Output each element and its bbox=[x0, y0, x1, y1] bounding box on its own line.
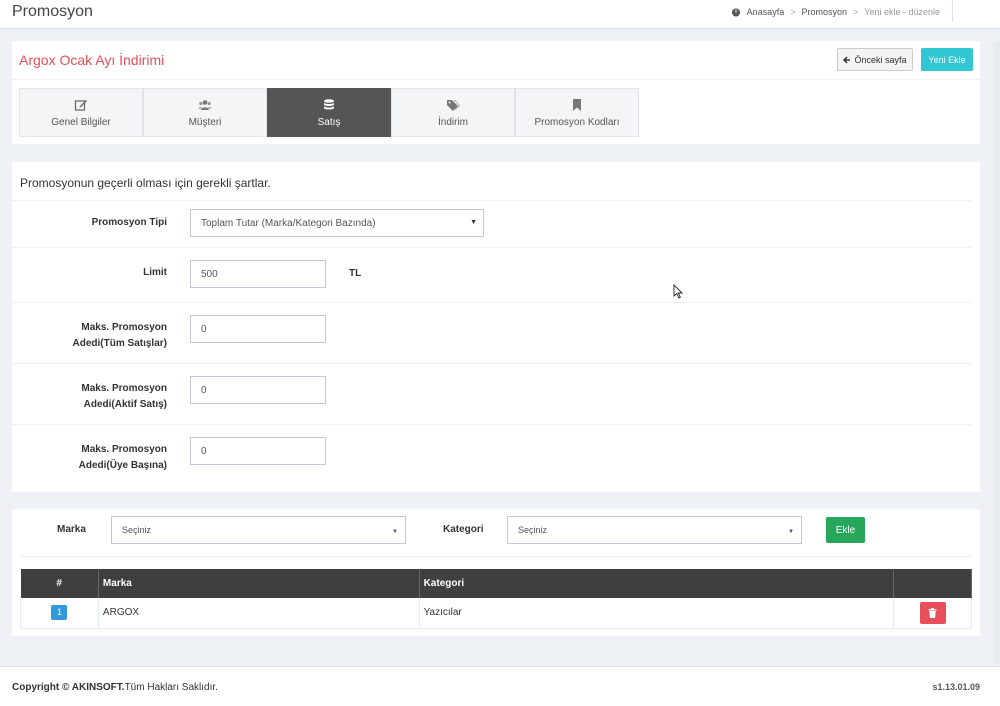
trash-icon bbox=[928, 607, 937, 618]
page-title: Promosyon bbox=[12, 3, 93, 20]
divider bbox=[12, 247, 972, 248]
actions-cell bbox=[893, 598, 972, 629]
tab-discount[interactable]: İndirim bbox=[391, 88, 515, 137]
brand-category-table: # Marka Kategori 1 ARGOX Yazıcılar bbox=[20, 569, 972, 629]
breadcrumb: Anasayfa > Promosyon > Yeni ekle - düzen… bbox=[731, 7, 940, 17]
brand-cell: ARGOX bbox=[97, 598, 420, 629]
category-label: Kategori bbox=[443, 524, 484, 535]
col-number: # bbox=[20, 569, 99, 598]
promo-title: Argox Ocak Ayı İndirimi bbox=[19, 52, 165, 68]
col-actions bbox=[893, 569, 972, 598]
bookmark-icon bbox=[573, 98, 581, 111]
tab-bar: Genel Bilgiler Müşteri Satış İndirim Pro… bbox=[19, 88, 639, 137]
tab-general-info[interactable]: Genel Bilgiler bbox=[19, 88, 143, 137]
tab-label: Promosyon Kodları bbox=[534, 116, 620, 128]
max-all-input[interactable]: 0 bbox=[190, 315, 326, 343]
max-active-label: Maks. Promosyon Adedi(Aktif Satış) bbox=[42, 381, 167, 413]
max-active-label-line1: Maks. Promosyon bbox=[81, 383, 167, 394]
col-category: Kategori bbox=[419, 569, 895, 598]
breadcrumb-separator: > bbox=[853, 7, 859, 17]
caret-down-icon: ▼ bbox=[470, 219, 477, 226]
limit-unit: TL bbox=[349, 268, 362, 279]
tab-sales[interactable]: Satış bbox=[267, 88, 391, 137]
tab-label: Müşteri bbox=[188, 116, 222, 128]
divider bbox=[12, 200, 972, 201]
table-row: 1 ARGOX Yazıcılar bbox=[20, 598, 972, 629]
breadcrumb-separator: > bbox=[790, 7, 796, 17]
arrow-left-icon bbox=[843, 55, 851, 64]
brand-label: Marka bbox=[57, 524, 86, 535]
limit-input[interactable]: 500 bbox=[190, 260, 326, 288]
conditions-card: Promosyonun geçerli olması için gerekli … bbox=[12, 162, 980, 492]
tab-customer[interactable]: Müşteri bbox=[143, 88, 267, 137]
breadcrumb-current: Yeni ekle - düzenle bbox=[864, 7, 940, 17]
scrollbar[interactable] bbox=[993, 42, 1000, 664]
tab-promo-codes[interactable]: Promosyon Kodları bbox=[515, 88, 639, 137]
divider bbox=[12, 302, 972, 303]
tab-label: Genel Bilgiler bbox=[51, 116, 111, 128]
brand-category-card: Marka Seçiniz ▼ Kategori Seçiniz ▼ Ekle … bbox=[12, 509, 980, 636]
rights-text: Tüm Hakları Saklıdır. bbox=[124, 682, 218, 693]
caret-down-icon: ▼ bbox=[392, 529, 398, 535]
footer: Copyright © AKINSOFT.Tüm Hakları Saklıdı… bbox=[0, 666, 1000, 706]
copyright: Copyright © AKINSOFT.Tüm Hakları Saklıdı… bbox=[12, 682, 218, 693]
copyright-prefix: Copyright © bbox=[12, 682, 72, 693]
conditions-title: Promosyonun geçerli olması için gerekli … bbox=[20, 176, 271, 190]
dashboard-icon bbox=[731, 8, 740, 17]
max-all-label: Maks. Promosyon Adedi(Tüm Satışlar) bbox=[42, 320, 167, 352]
row-number-cell: 1 bbox=[20, 598, 99, 629]
breadcrumb-home[interactable]: Anasayfa bbox=[747, 7, 785, 17]
brand-select-value: Seçiniz bbox=[122, 525, 152, 535]
caret-down-icon: ▼ bbox=[788, 529, 794, 535]
divider bbox=[20, 556, 972, 557]
table-header-row: # Marka Kategori bbox=[20, 569, 972, 598]
row-number-badge: 1 bbox=[51, 605, 68, 621]
back-button-label: Önceki sayfa bbox=[854, 54, 907, 65]
mouse-cursor-icon bbox=[673, 284, 683, 299]
company-name: AKINSOFT. bbox=[71, 682, 125, 693]
category-select-value: Seçiniz bbox=[518, 525, 548, 535]
max-member-label-line1: Maks. Promosyon bbox=[81, 444, 167, 455]
divider bbox=[12, 424, 972, 425]
max-all-label-line2: Adedi(Tüm Satışlar) bbox=[72, 338, 167, 349]
tab-label: Satış bbox=[317, 116, 341, 128]
promo-type-value: Toplam Tutar (Marka/Kategori Bazında) bbox=[201, 217, 376, 229]
max-member-input[interactable]: 0 bbox=[190, 437, 326, 465]
edit-icon bbox=[74, 99, 87, 111]
delete-button[interactable] bbox=[919, 601, 946, 624]
users-icon bbox=[198, 99, 212, 110]
top-bar: Promosyon Anasayfa > Promosyon > Yeni ek… bbox=[0, 0, 1000, 29]
brand-select[interactable]: Seçiniz ▼ bbox=[111, 516, 406, 544]
divider bbox=[12, 363, 972, 364]
add-button[interactable]: Ekle bbox=[826, 517, 865, 543]
promo-header-card: Argox Ocak Ayı İndirimi Önceki sayfa Yen… bbox=[12, 41, 980, 144]
max-active-label-line2: Adedi(Aktif Satış) bbox=[83, 399, 167, 410]
max-member-label-line2: Adedi(Üye Başına) bbox=[78, 460, 167, 471]
database-icon bbox=[324, 98, 334, 109]
max-member-label: Maks. Promosyon Adedi(Üye Başına) bbox=[42, 442, 167, 474]
promo-type-select[interactable]: Toplam Tutar (Marka/Kategori Bazında) ▼ bbox=[190, 209, 484, 237]
category-cell: Yazıcılar bbox=[418, 598, 895, 629]
max-all-label-line1: Maks. Promosyon bbox=[81, 322, 167, 333]
breadcrumb-promotion[interactable]: Promosyon bbox=[801, 7, 847, 17]
category-select[interactable]: Seçiniz ▼ bbox=[507, 516, 802, 544]
col-brand: Marka bbox=[98, 569, 420, 598]
max-active-input[interactable]: 0 bbox=[190, 376, 326, 404]
tab-label: İndirim bbox=[437, 116, 468, 128]
new-button[interactable]: Yeni Ekle bbox=[921, 48, 973, 71]
tags-icon bbox=[447, 99, 460, 111]
limit-label: Limit bbox=[143, 267, 167, 278]
promo-type-label: Promosyon Tipi bbox=[91, 217, 167, 228]
version-label: s1.13.01.09 bbox=[932, 682, 980, 692]
divider bbox=[12, 79, 980, 80]
back-button[interactable]: Önceki sayfa bbox=[837, 48, 913, 71]
divider bbox=[952, 0, 953, 22]
